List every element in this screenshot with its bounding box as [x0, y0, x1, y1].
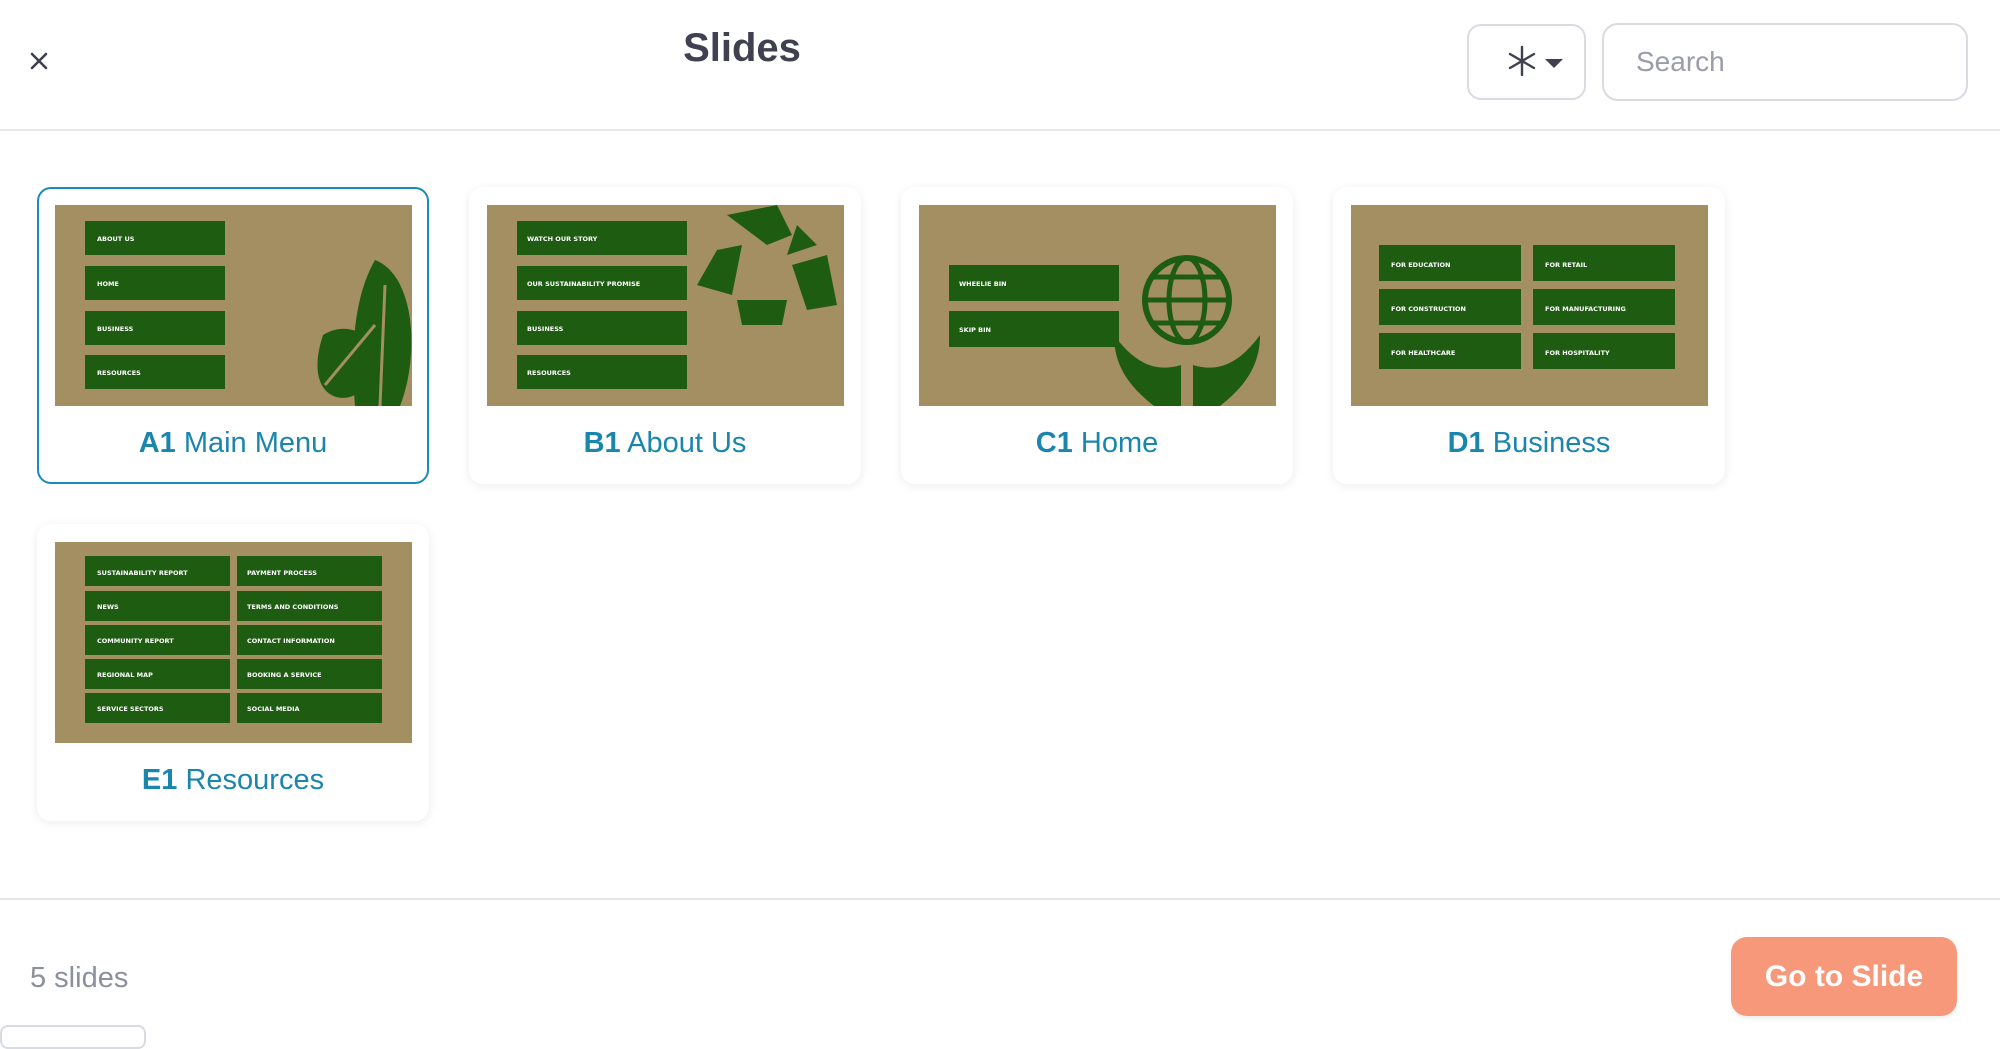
bottom-tab-stub	[0, 1025, 146, 1049]
menu-item: OUR SUSTAINABILITY PROMISE	[527, 280, 640, 288]
menu-item: RESOURCES	[527, 369, 571, 377]
slide-card-b1[interactable]: WATCH OUR STORY OUR SUSTAINABILITY PROMI…	[469, 187, 861, 484]
slide-card-a1[interactable]: ABOUT US HOME BUSINESS RESOURCES A1 Main…	[37, 187, 429, 484]
menu-item: FOR EDUCATION	[1391, 261, 1450, 269]
menu-item: REGIONAL MAP	[97, 671, 153, 679]
asterisk-icon	[1508, 45, 1536, 77]
menu-item: TERMS AND CONDITIONS	[247, 603, 339, 611]
menu-item: SOCIAL MEDIA	[247, 705, 300, 713]
slide-count: 5 slides	[30, 962, 129, 994]
filter-dropdown-button[interactable]	[1467, 24, 1586, 100]
slide-card-label: D1 Business	[1447, 427, 1611, 459]
page-title: Slides	[683, 26, 801, 70]
slide-thumbnail: WATCH OUR STORY OUR SUSTAINABILITY PROMI…	[487, 205, 844, 406]
menu-item: HOME	[97, 280, 119, 288]
menu-item: SKIP BIN	[959, 326, 991, 334]
menu-item: CONTACT INFORMATION	[247, 637, 335, 645]
menu-item: FOR MANUFACTURING	[1545, 305, 1626, 313]
menu-item: SERVICE SECTORS	[97, 705, 164, 713]
modal-header: Slides	[0, 0, 2000, 131]
slide-card-label: E1 Resources	[141, 764, 325, 796]
slide-card-e1[interactable]: SUSTAINABILITY REPORT PAYMENT PROCESS NE…	[37, 524, 429, 821]
menu-item: SUSTAINABILITY REPORT	[97, 569, 188, 577]
menu-item: BUSINESS	[97, 325, 134, 333]
menu-item: FOR HOSPITALITY	[1545, 349, 1610, 357]
slide-thumbnail: SUSTAINABILITY REPORT PAYMENT PROCESS NE…	[55, 542, 412, 743]
go-to-slide-button[interactable]: Go to Slide	[1731, 937, 1957, 1016]
menu-item: NEWS	[97, 603, 119, 611]
menu-item: BUSINESS	[527, 325, 564, 333]
slide-card-d1[interactable]: FOR EDUCATION FOR RETAIL FOR CONSTRUCTIO…	[1333, 187, 1725, 484]
menu-item: BOOKING A SERVICE	[247, 671, 322, 679]
slide-card-label: A1 Main Menu	[138, 427, 328, 459]
slide-thumbnail: WHEELIE BIN SKIP BIN	[919, 205, 1276, 406]
modal-footer: 5 slides Go to Slide	[0, 898, 2000, 1038]
slide-card-label: B1 About Us	[583, 427, 747, 459]
menu-item: FOR CONSTRUCTION	[1391, 305, 1466, 313]
menu-item: FOR RETAIL	[1545, 261, 1587, 269]
menu-item: ABOUT US	[97, 235, 135, 243]
menu-item: WATCH OUR STORY	[527, 235, 598, 243]
menu-item: WHEELIE BIN	[959, 280, 1007, 288]
menu-item: PAYMENT PROCESS	[247, 569, 317, 577]
slide-thumbnail: ABOUT US HOME BUSINESS RESOURCES	[55, 205, 412, 406]
menu-item: RESOURCES	[97, 369, 141, 377]
slide-card-c1[interactable]: WHEELIE BIN SKIP BIN C1 Home	[901, 187, 1293, 484]
slide-card-label: C1 Home	[1035, 427, 1159, 459]
menu-item: FOR HEALTHCARE	[1391, 349, 1455, 357]
search-input[interactable]	[1602, 23, 1968, 101]
chevron-down-icon	[1545, 59, 1563, 68]
menu-item: COMMUNITY REPORT	[97, 637, 174, 645]
slide-thumbnail: FOR EDUCATION FOR RETAIL FOR CONSTRUCTIO…	[1351, 205, 1708, 406]
